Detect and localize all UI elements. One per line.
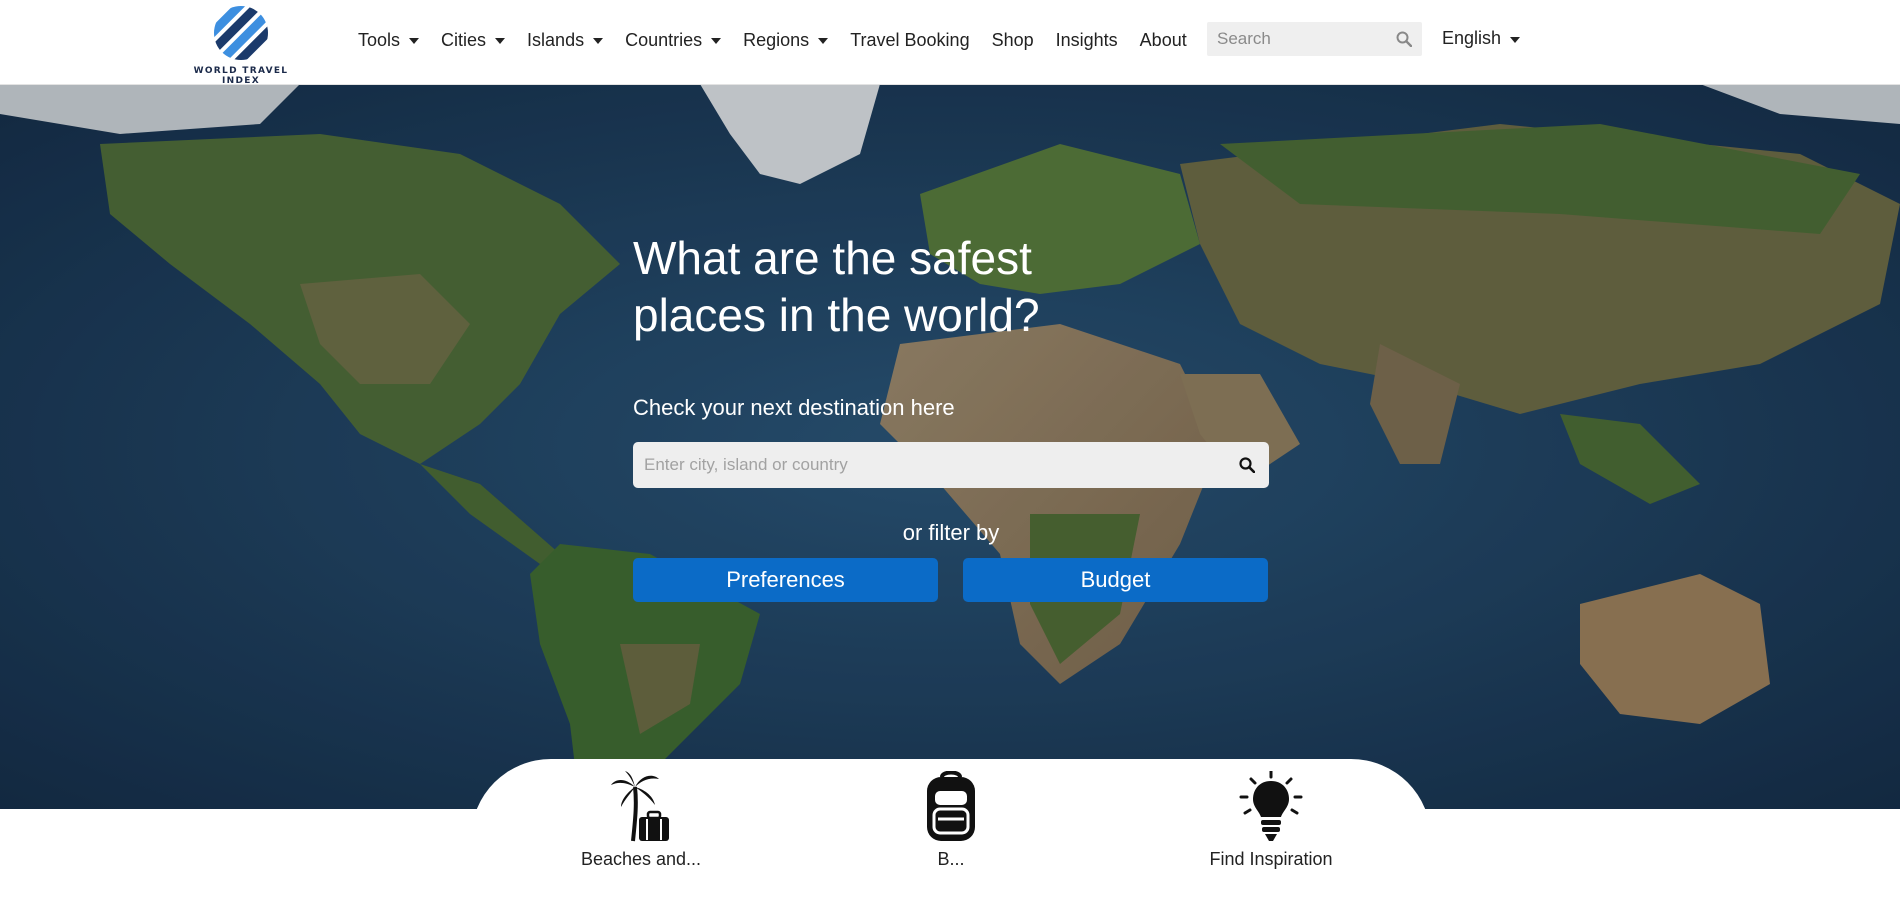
lightbulb-icon (1239, 771, 1303, 841)
nav-regions[interactable]: Regions (743, 29, 829, 51)
hero-subtitle: Check your next destination here (633, 395, 955, 420)
budget-button[interactable]: Budget (963, 558, 1268, 602)
nav-label: Countries (625, 29, 703, 50)
hero-title: What are the safest places in the world? (633, 232, 1040, 341)
nav-label: Islands (527, 29, 585, 50)
nav-cities[interactable]: Cities (441, 29, 506, 51)
destination-search-input[interactable] (633, 442, 1215, 488)
site-header: WORLD TRAVEL INDEX Tools Cities Islands … (0, 0, 1900, 86)
caret-down-icon (711, 38, 722, 44)
nav-label: Insights (1055, 29, 1118, 50)
caret-down-icon (818, 38, 829, 44)
nav-tools[interactable]: Tools (358, 29, 420, 51)
header-search (1207, 22, 1422, 56)
caret-down-icon (1510, 36, 1521, 43)
language-label: English (1442, 28, 1502, 48)
nav-label: Cities (441, 29, 487, 50)
nav-label: Tools (358, 29, 401, 50)
nav-countries[interactable]: Countries (625, 29, 722, 51)
search-icon[interactable] (1396, 31, 1412, 47)
caret-down-icon (495, 38, 506, 44)
hero-section: What are the safest places in the world?… (0, 84, 1900, 809)
logo[interactable]: WORLD TRAVEL INDEX (176, 4, 306, 86)
category-beaches[interactable]: Beaches and... (571, 771, 711, 911)
category-label: Beaches and... (580, 849, 702, 869)
nav-label: Travel Booking (850, 29, 970, 50)
nav-label: Shop (991, 29, 1034, 50)
category-label: B... (937, 849, 965, 869)
nav-islands[interactable]: Islands (527, 29, 604, 51)
preferences-button[interactable]: Preferences (633, 558, 938, 602)
header-search-input[interactable] (1207, 22, 1397, 56)
nav-travel-booking[interactable]: Travel Booking (850, 30, 969, 51)
nav-shop[interactable]: Shop (992, 30, 1034, 51)
filter-label: or filter by (902, 520, 1000, 545)
nav-label: About (1139, 29, 1187, 50)
nav-insights[interactable]: Insights (1056, 30, 1118, 51)
caret-down-icon (409, 38, 420, 44)
destination-search (633, 442, 1269, 488)
backpack-icon (927, 771, 975, 841)
caret-down-icon (593, 38, 604, 44)
category-label: Find Inspiration (1209, 849, 1333, 869)
search-icon[interactable] (1239, 457, 1255, 473)
globe-logo-icon (214, 6, 268, 60)
categories-card: Beaches and... B... Find Inspiration (471, 759, 1431, 919)
category-inspiration[interactable]: Find Inspiration (1201, 771, 1341, 911)
palm-suitcase-icon (611, 771, 669, 842)
nav-about[interactable]: About (1140, 30, 1187, 51)
logo-text: WORLD TRAVEL INDEX (193, 66, 289, 86)
category-backpacking[interactable]: B... (881, 771, 1021, 911)
nav-label: Regions (743, 29, 810, 50)
main-nav: Tools Cities Islands Countries Regions T… (358, 0, 1209, 80)
language-selector[interactable]: English (1442, 28, 1521, 49)
